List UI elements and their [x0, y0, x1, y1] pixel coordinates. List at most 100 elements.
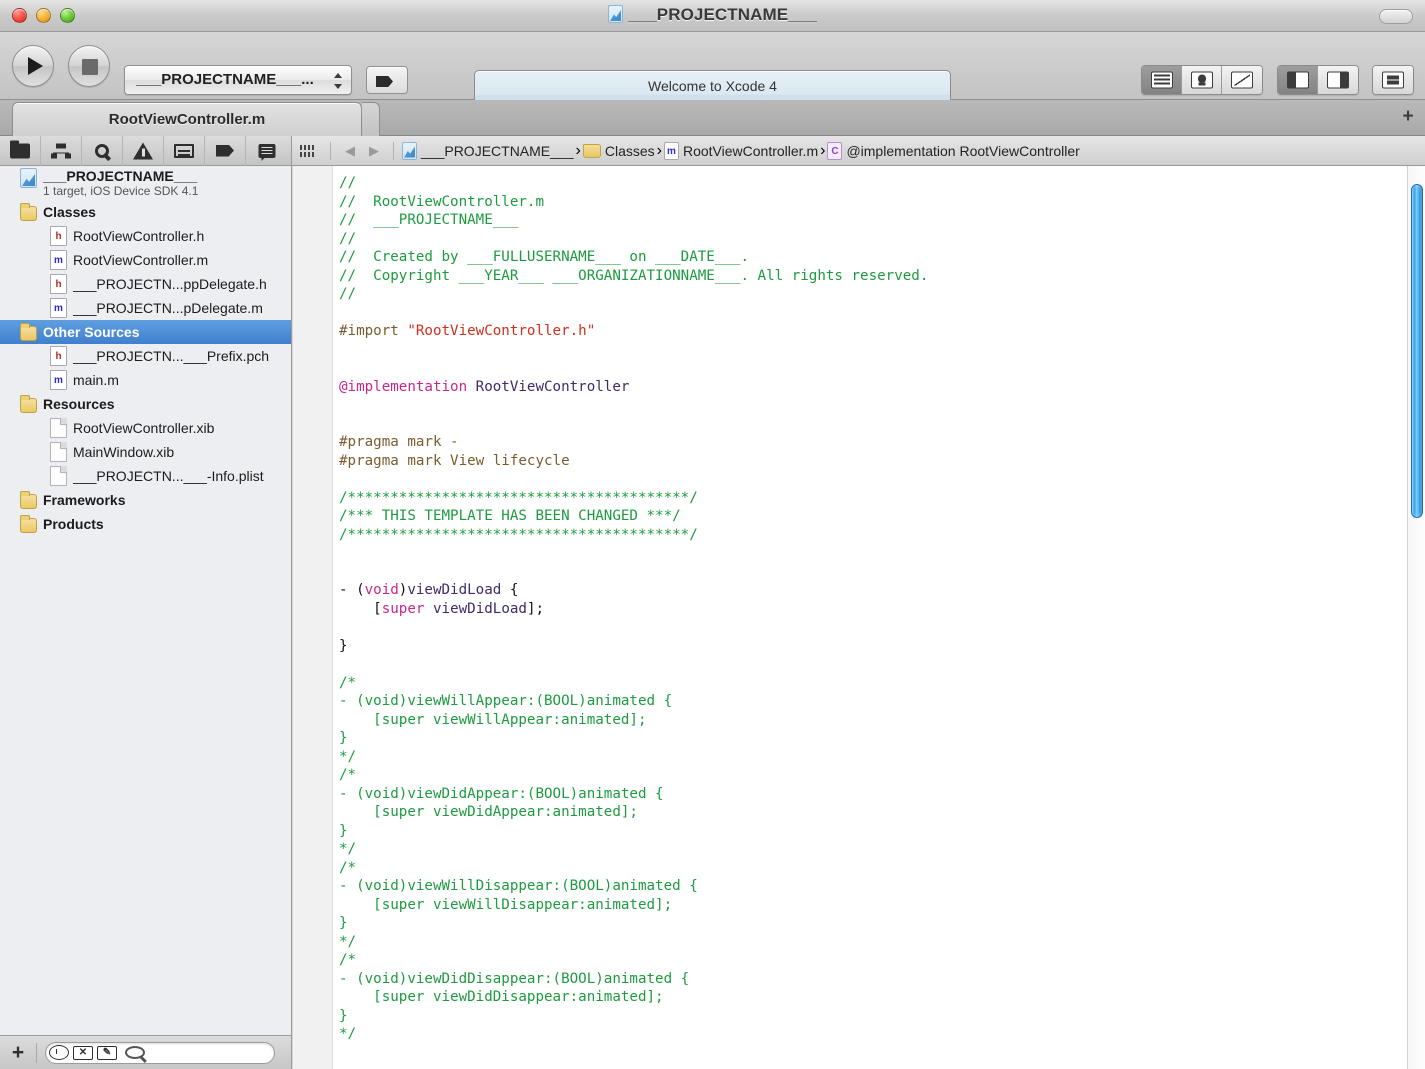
sidebar-row[interactable]: m RootViewController.m	[0, 248, 291, 272]
blank-file-icon	[50, 466, 67, 486]
breadcrumb-file[interactable]: m RootViewController.m	[663, 141, 818, 160]
code-token: - (void)viewDidDisappear:(BOOL)animated …	[339, 970, 690, 987]
sidebar-row[interactable]: MainWindow.xib	[0, 440, 291, 464]
editor-mode-segmented-control[interactable]	[1141, 65, 1263, 95]
code-token: /*	[339, 767, 357, 783]
sidebar-row[interactable]: m main.m	[0, 368, 291, 392]
code-token: */	[339, 933, 357, 950]
search-navigator-button[interactable]	[82, 135, 123, 166]
symbol-navigator-button[interactable]	[41, 135, 82, 166]
add-tab-button[interactable]: +	[1399, 107, 1417, 127]
tab-label: RootViewController.m	[108, 111, 266, 128]
sidebar-row[interactable]: ___PROJECTN...___-Info.plist	[0, 464, 291, 488]
code-line: /*	[339, 766, 1407, 785]
version-editor-button[interactable]	[1222, 66, 1262, 94]
code-token: ];	[526, 600, 545, 617]
clock-icon[interactable]	[49, 1045, 69, 1060]
back-button[interactable]: ◀	[339, 143, 361, 159]
sidebar-row[interactable]: Other Sources	[0, 320, 291, 344]
blank-file-icon	[50, 418, 67, 438]
breadcrumb-label: @implementation RootViewController	[846, 142, 1080, 159]
code-token: }	[339, 1007, 348, 1024]
code-line: /*** THIS TEMPLATE HAS BEEN CHANGED ***/	[339, 507, 1407, 526]
code-token: {	[501, 582, 519, 598]
activity-text: Welcome to Xcode 4	[648, 78, 777, 94]
main-toolbar: ___PROJECTNAME___... Welcome to Xcode 4	[0, 32, 1425, 123]
vertical-scrollbar[interactable]	[1407, 166, 1425, 1069]
toolbar-toggle-button[interactable]	[1379, 9, 1413, 24]
filter-field[interactable]: ✕ ✎	[45, 1041, 275, 1064]
navigator-toggle-button[interactable]	[1278, 66, 1318, 94]
navigator-selector-bar	[0, 135, 292, 166]
sidebar-row-sublabel: 1 target, iOS Device SDK 4.1	[43, 183, 199, 198]
code-token: // ___PROJECTNAME___	[339, 212, 519, 228]
chevron-updown-icon	[334, 73, 343, 89]
standard-editor-button[interactable]	[1142, 66, 1182, 94]
search-icon	[125, 1046, 145, 1059]
issue-navigator-button[interactable]	[123, 135, 164, 166]
stop-icon	[82, 59, 98, 75]
sidebar-row-label: Other Sources	[43, 323, 140, 340]
add-file-button[interactable]: +	[0, 1042, 36, 1063]
project-navigator[interactable]: ___PROJECTNAME___ 1 target, iOS Device SD…	[0, 166, 292, 1035]
run-button[interactable]	[12, 45, 54, 87]
h-file-icon: h	[50, 346, 67, 366]
source-editor[interactable]: // // RootViewController.m // ___PROJECTNA…	[293, 166, 1425, 1069]
log-navigator-button[interactable]	[246, 136, 287, 166]
code-token: viewDidLoad	[407, 582, 502, 598]
tab-rootviewcontroller-m[interactable]: RootViewController.m	[12, 102, 362, 136]
sidebar-row[interactable]: Classes	[0, 200, 291, 224]
scrollbar-thumb[interactable]	[1411, 184, 1423, 518]
class-icon: C	[827, 141, 843, 160]
grid-icon[interactable]	[300, 144, 314, 158]
breadcrumb-symbol[interactable]: C @implementation RootViewController	[827, 141, 1080, 160]
sidebar-row[interactable]: Frameworks	[0, 488, 291, 512]
pencil-box-icon[interactable]: ✎	[97, 1045, 117, 1060]
run-icon	[28, 57, 43, 75]
x-box-icon[interactable]: ✕	[73, 1045, 93, 1060]
sidebar-row[interactable]: Resources	[0, 392, 291, 416]
source-code[interactable]: // // RootViewController.m // ___PROJECTNA…	[333, 166, 1407, 1069]
stop-button[interactable]	[68, 45, 110, 87]
forward-button[interactable]: ▶	[363, 143, 385, 159]
sidebar-row[interactable]: h RootViewController.h	[0, 224, 291, 248]
code-token: }	[339, 730, 348, 746]
view-toggle-segmented-control[interactable]	[1277, 65, 1359, 95]
sidebar-row[interactable]: h ___PROJECTN...ppDelegate.h	[0, 272, 291, 296]
breakpoints-button[interactable]	[366, 66, 408, 94]
breakpoint-navigator-button[interactable]	[205, 135, 246, 166]
code-token: //	[339, 286, 357, 302]
code-token: // Copyright ___YEAR___ ___ORGANIZATIONN…	[339, 267, 929, 284]
debug-navigator-button[interactable]	[164, 135, 205, 166]
divider	[393, 141, 394, 160]
sidebar-row[interactable]: m ___PROJECTN...pDelegate.m	[0, 296, 291, 320]
code-token: [super viewWillAppear:animated];	[339, 711, 647, 728]
right-pane-icon	[1327, 71, 1349, 89]
project-navigator-button[interactable]	[0, 135, 41, 166]
folder-icon	[20, 322, 37, 341]
folder-icon	[20, 514, 37, 533]
breadcrumb-project[interactable]: ___PROJECTNAME___	[402, 141, 574, 160]
scheme-selector[interactable]: ___PROJECTNAME___...	[124, 65, 352, 95]
sidebar-row[interactable]: RootViewController.xib	[0, 416, 291, 440]
utilities-toggle-button[interactable]	[1373, 66, 1413, 94]
utilities-toggle-control[interactable]	[1372, 65, 1414, 95]
sidebar-row-label: ___PROJECTN...___-Info.plist	[73, 467, 264, 484]
assistant-editor-button[interactable]	[1182, 66, 1222, 94]
m-file-icon: m	[50, 298, 67, 318]
code-line: #pragma mark -	[339, 433, 1407, 452]
sidebar-row[interactable]: ___PROJECTNAME___ 1 target, iOS Device SD…	[0, 166, 291, 200]
code-line: #import "RootViewController.h"	[339, 322, 1407, 341]
sidebar-row[interactable]: Products	[0, 512, 291, 536]
divider	[330, 141, 331, 160]
debug-toggle-button[interactable]	[1318, 66, 1358, 94]
folder-icon	[20, 394, 37, 413]
code-line: /*	[339, 859, 1407, 878]
left-pane-icon	[1286, 71, 1309, 89]
project-icon	[20, 168, 37, 188]
editor-gutter[interactable]	[293, 166, 333, 1069]
code-token: /***************************************…	[339, 526, 698, 543]
sidebar-row[interactable]: h ___PROJECTN...___Prefix.pch	[0, 344, 291, 368]
breadcrumb-classes[interactable]: Classes	[582, 143, 655, 159]
code-line: [super viewDidDisappear:animated];	[339, 988, 1407, 1007]
